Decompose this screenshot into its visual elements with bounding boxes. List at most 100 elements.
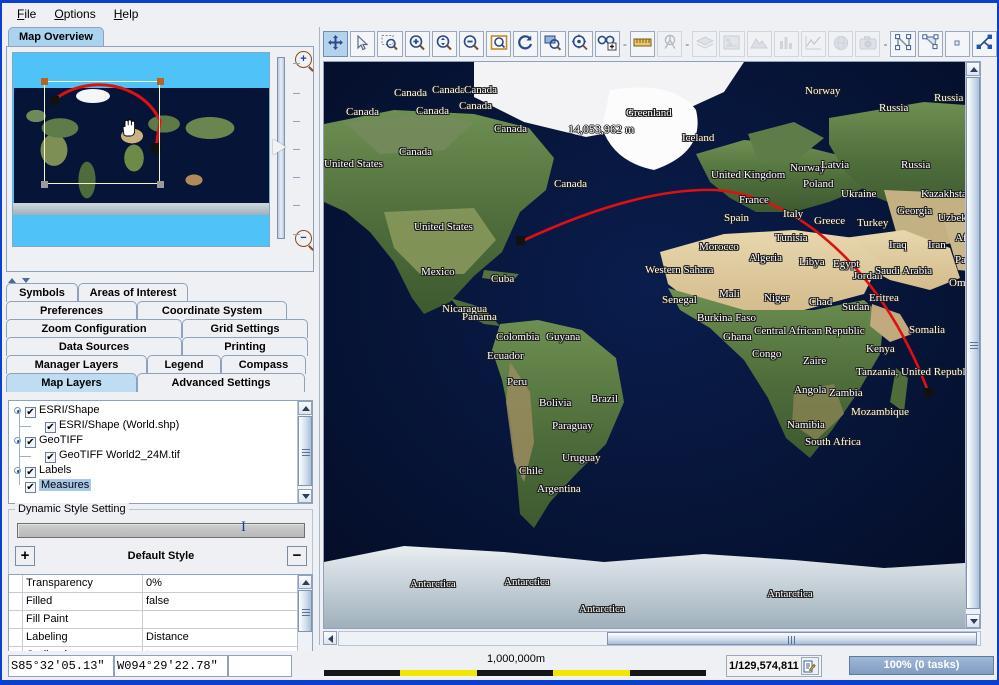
- tab-map-layers[interactable]: Map Layers: [6, 373, 137, 392]
- toolbar-zoom-layer-button[interactable]: [540, 31, 565, 57]
- extra-coordinate-field[interactable]: [228, 655, 292, 677]
- panel-collapse-arrows[interactable]: [8, 274, 33, 282]
- tab-grid-settings[interactable]: Grid Settings: [182, 319, 308, 338]
- longitude-field[interactable]: W094°29'22.78": [114, 655, 228, 677]
- toolbar-glasses-add-button[interactable]: [595, 31, 620, 57]
- map-hscroll-track[interactable]: [338, 631, 981, 646]
- layer-tree-row[interactable]: ✔Labels: [9, 463, 297, 478]
- toolbar-zoom-out-button[interactable]: [459, 31, 484, 57]
- viewport-handle-bottom-right[interactable]: [157, 181, 164, 188]
- tab-preferences[interactable]: Preferences: [6, 301, 137, 320]
- layer-tree-row[interactable]: ✔Measures: [9, 478, 297, 493]
- task-progress-bar: 100% (0 tasks): [849, 656, 994, 675]
- map-hscroll-thumb[interactable]: [607, 632, 977, 645]
- measure-distance-label: 14,053,962 m: [568, 122, 634, 137]
- overview-zoom-in-button[interactable]: +: [295, 51, 312, 68]
- toolbar-pan-hand-button[interactable]: [323, 31, 348, 57]
- scale-bar-group: 1,000,000m: [316, 653, 716, 679]
- toolbar-zoom-full-extent-button[interactable]: [486, 31, 511, 57]
- toolbar-zoom-center-button[interactable]: [568, 31, 593, 57]
- tab-legend[interactable]: Legend: [147, 355, 221, 374]
- layer-tree-row[interactable]: ✔GeoTIFF World2_24M.tif: [9, 448, 297, 463]
- menu-help[interactable]: Help: [105, 5, 148, 23]
- properties-scroll-thumb[interactable]: [298, 590, 312, 632]
- map-scroll-up-button[interactable]: [966, 62, 980, 76]
- tab-map-overview[interactable]: Map Overview: [8, 27, 104, 46]
- tab-printing[interactable]: Printing: [182, 337, 308, 356]
- overview-map[interactable]: [12, 52, 270, 247]
- toolbar-polyline-n-button[interactable]: [890, 31, 915, 57]
- zoom-out-icon: −: [300, 232, 306, 244]
- tree-scroll-up-button[interactable]: [298, 401, 312, 415]
- edit-scale-icon[interactable]: [801, 657, 819, 675]
- overview-zoom-thumb[interactable]: [273, 139, 286, 155]
- tab-symbols[interactable]: Symbols: [6, 283, 78, 302]
- layer-tree-row[interactable]: ✔GeoTIFF: [9, 433, 297, 448]
- toolbar-ruler-measure-button[interactable]: [630, 31, 655, 57]
- viewport-handle-bottom-left[interactable]: [41, 181, 48, 188]
- tab-manager-layers[interactable]: Manager Layers: [6, 355, 147, 374]
- add-style-button[interactable]: +: [15, 546, 35, 566]
- property-row[interactable]: LabelingDistance: [9, 629, 298, 647]
- line-chart-icon: [805, 35, 822, 53]
- tree-scroll-thumb[interactable]: [298, 416, 312, 486]
- property-value[interactable]: false: [143, 593, 298, 610]
- measure-start-marker[interactable]: [516, 236, 525, 245]
- toolbar-select-arrow-button[interactable]: [350, 31, 375, 57]
- latitude-field[interactable]: S85°32'05.13": [8, 655, 114, 677]
- map-canvas[interactable]: 14,053,962 m CanadaCanadaCanadaCanadaCan…: [323, 61, 981, 629]
- tree-scroll-down-button[interactable]: [298, 489, 312, 503]
- map-scroll-left-button[interactable]: [323, 631, 337, 645]
- property-value[interactable]: Distance: [143, 629, 298, 646]
- toolbar-refresh-button[interactable]: [513, 31, 538, 57]
- map-scroll-down-button[interactable]: [966, 614, 980, 628]
- toolbar-node-edit-button[interactable]: [972, 31, 997, 57]
- property-row-gutter: [9, 593, 23, 610]
- tab-zoom-configuration[interactable]: Zoom Configuration: [6, 319, 182, 338]
- measure-end-marker[interactable]: [924, 388, 933, 397]
- map-vertical-scrollbar[interactable]: [965, 62, 980, 628]
- tab-coordinate-system[interactable]: Coordinate System: [137, 301, 287, 320]
- layer-checkbox[interactable]: ✔: [45, 422, 56, 433]
- toolbar-point-button[interactable]: [945, 31, 970, 57]
- overview-zoom-out-button[interactable]: −: [295, 230, 312, 247]
- property-row[interactable]: Transparency0%: [9, 575, 298, 593]
- tab-compass[interactable]: Compass: [221, 355, 306, 374]
- toolbar-zoom-rectangle-button[interactable]: [377, 31, 402, 57]
- toolbar-zoom-vertical-button[interactable]: [432, 31, 457, 57]
- polygon-icon: [922, 34, 939, 54]
- menu-file[interactable]: File: [8, 5, 45, 23]
- property-value[interactable]: [143, 611, 298, 628]
- toolbar-polygon-button[interactable]: [918, 31, 943, 57]
- refresh-icon: [517, 34, 534, 54]
- tree-vertical-scrollbar[interactable]: [297, 401, 312, 503]
- toolbar-separator: -: [883, 37, 887, 51]
- map-horizontal-scrollbar[interactable]: [323, 631, 981, 646]
- property-value[interactable]: 0%: [143, 575, 298, 592]
- layer-checkbox[interactable]: ✔: [25, 407, 36, 418]
- layer-checkbox[interactable]: ✔: [25, 482, 36, 493]
- map-scroll-thumb[interactable]: [966, 77, 980, 609]
- tab-advanced-settings[interactable]: Advanced Settings: [137, 373, 305, 392]
- property-row[interactable]: Filledfalse: [9, 593, 298, 611]
- dynamic-style-slider[interactable]: [17, 523, 305, 538]
- toolbar-zoom-in-button[interactable]: [405, 31, 430, 57]
- layer-checkbox[interactable]: ✔: [25, 437, 36, 448]
- remove-style-button[interactable]: −: [287, 546, 307, 566]
- left-panel: Map Overview: [4, 27, 316, 645]
- toolbar-globe-button: [828, 31, 853, 57]
- overview-viewport-rectangle[interactable]: [44, 81, 160, 184]
- layer-tree-row[interactable]: ✔ESRI/Shape (World.shp): [9, 418, 297, 433]
- layer-checkbox[interactable]: ✔: [45, 452, 56, 463]
- menu-options[interactable]: Options: [45, 5, 104, 23]
- tab-data-sources[interactable]: Data Sources: [6, 337, 182, 356]
- layer-label: ESRI/Shape (World.shp): [59, 419, 179, 431]
- layer-checkbox[interactable]: ✔: [25, 467, 36, 478]
- layer-tree-row[interactable]: ✔ESRI/Shape: [9, 403, 297, 418]
- properties-scroll-up-button[interactable]: [298, 575, 312, 589]
- map-layers-tree[interactable]: ✔ESRI/Shape✔ESRI/Shape (World.shp)✔GeoTI…: [8, 400, 313, 504]
- viewport-handle-top-left[interactable]: [41, 78, 48, 85]
- viewport-handle-top-right[interactable]: [157, 78, 164, 85]
- property-row[interactable]: Fill Paint: [9, 611, 298, 629]
- tab-areas-of-interest[interactable]: Areas of Interest: [78, 283, 188, 302]
